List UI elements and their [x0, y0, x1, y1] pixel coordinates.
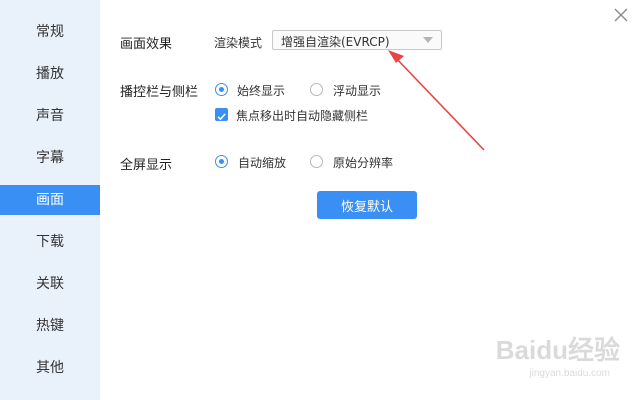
auto-hide-checkbox[interactable] — [215, 108, 228, 121]
floating-show-label[interactable]: 浮动显示 — [333, 82, 381, 99]
radio-auto-scale[interactable] — [215, 155, 228, 168]
display-effect-label: 画面效果 — [120, 37, 173, 52]
controls-section-label: 播控栏与侧栏 — [120, 85, 199, 100]
checkmark-icon — [217, 113, 226, 121]
sidebar-item-download[interactable]: 下载 — [0, 227, 100, 257]
sidebar-item-display[interactable]: 画面 — [0, 185, 100, 215]
close-icon — [614, 8, 628, 22]
close-button[interactable] — [612, 6, 630, 24]
render-mode-value: 增强自渲染(EVRCP) — [281, 35, 390, 49]
settings-window: 常规 播放 声音 字幕 画面 下载 关联 热键 其他 画面效果 渲染模式 增强自… — [0, 0, 640, 400]
sidebar-item-other[interactable]: 其他 — [0, 353, 100, 383]
sidebar-item-playback[interactable]: 播放 — [0, 59, 100, 89]
fullscreen-section-label: 全屏显示 — [120, 158, 173, 173]
sidebar-item-subtitles[interactable]: 字幕 — [0, 143, 100, 173]
radio-floating-show[interactable] — [310, 83, 323, 96]
sidebar-item-audio[interactable]: 声音 — [0, 101, 100, 131]
sidebar-item-hotkeys[interactable]: 热键 — [0, 311, 100, 341]
settings-sidebar: 常规 播放 声音 字幕 画面 下载 关联 热键 其他 — [0, 0, 100, 400]
render-mode-label: 渲染模式 — [214, 36, 263, 50]
chevron-down-icon — [423, 37, 433, 43]
auto-scale-label[interactable]: 自动缩放 — [238, 154, 286, 171]
sidebar-item-association[interactable]: 关联 — [0, 269, 100, 299]
baidu-watermark: Baidu经验 jingyan.baidu.com — [480, 330, 620, 390]
auto-hide-label[interactable]: 焦点移出时自动隐藏侧栏 — [236, 107, 368, 124]
watermark-text: Baidu经验 — [495, 335, 620, 365]
watermark-url: jingyan.baidu.com — [529, 368, 610, 379]
radio-always-show[interactable] — [215, 83, 228, 96]
radio-original-resolution[interactable] — [310, 155, 323, 168]
restore-defaults-button[interactable]: 恢复默认 — [317, 191, 417, 219]
original-resolution-label[interactable]: 原始分辨率 — [333, 154, 393, 171]
sidebar-item-general[interactable]: 常规 — [0, 17, 100, 47]
always-show-label[interactable]: 始终显示 — [237, 82, 285, 99]
render-mode-select[interactable]: 增强自渲染(EVRCP) — [272, 30, 442, 50]
